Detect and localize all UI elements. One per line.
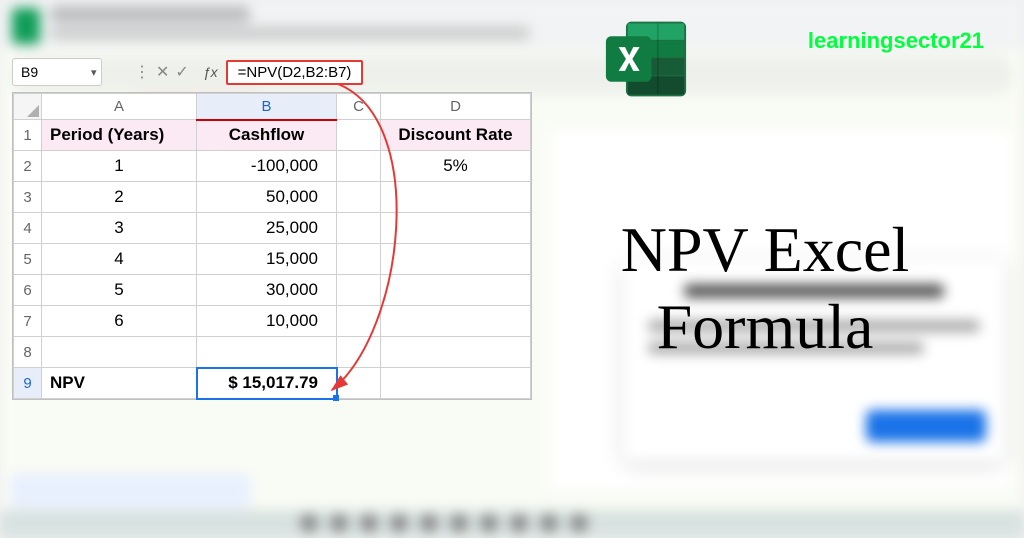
cell-B4[interactable]: 25,000: [197, 213, 337, 244]
cell-B1[interactable]: Cashflow: [197, 120, 337, 151]
cell-D8[interactable]: [381, 337, 531, 368]
cell-C6[interactable]: [337, 275, 381, 306]
cell-B5[interactable]: 15,000: [197, 244, 337, 275]
cell-A1[interactable]: Period (Years): [42, 120, 197, 151]
chevron-down-icon[interactable]: ▾: [91, 66, 97, 79]
table-row: 6 5 30,000: [14, 275, 531, 306]
table-row: 4 3 25,000: [14, 213, 531, 244]
row-header-6[interactable]: 6: [14, 275, 42, 306]
col-header-C[interactable]: C: [337, 94, 381, 120]
table-row: 2 1 -100,000 5%: [14, 151, 531, 182]
row-header-9[interactable]: 9: [14, 368, 42, 399]
col-header-D[interactable]: D: [381, 94, 531, 120]
cell-B2[interactable]: -100,000: [197, 151, 337, 182]
row-header-4[interactable]: 4: [14, 213, 42, 244]
row-header-1[interactable]: 1: [14, 120, 42, 151]
cell-D4[interactable]: [381, 213, 531, 244]
table-row: 5 4 15,000: [14, 244, 531, 275]
separator-icon: ⋮: [134, 62, 150, 82]
cell-B8[interactable]: [197, 337, 337, 368]
cell-A9[interactable]: NPV: [42, 368, 197, 399]
title-line1: NPV Excel: [621, 214, 910, 285]
cell-C2[interactable]: [337, 151, 381, 182]
cell-C9[interactable]: [337, 368, 381, 399]
cell-B9[interactable]: $ 15,017.79: [197, 368, 337, 399]
cancel-icon[interactable]: ✕: [156, 62, 169, 82]
cell-A6[interactable]: 5: [42, 275, 197, 306]
row-header-8[interactable]: 8: [14, 337, 42, 368]
cell-C8[interactable]: [337, 337, 381, 368]
cell-C3[interactable]: [337, 182, 381, 213]
cell-A8[interactable]: [42, 337, 197, 368]
watermark: learningsector21: [808, 28, 984, 54]
cell-B3[interactable]: 50,000: [197, 182, 337, 213]
cell-A2[interactable]: 1: [42, 151, 197, 182]
col-header-B[interactable]: B: [197, 94, 337, 120]
formula-input[interactable]: =NPV(D2,B2:B7): [226, 60, 364, 85]
excel-logo-icon: [600, 18, 692, 100]
cell-B6[interactable]: 30,000: [197, 275, 337, 306]
fx-icon[interactable]: ƒx: [203, 64, 218, 80]
row-header-3[interactable]: 3: [14, 182, 42, 213]
table-row: 8: [14, 337, 531, 368]
cell-D6[interactable]: [381, 275, 531, 306]
name-box-input[interactable]: [17, 62, 87, 82]
cell-A4[interactable]: 3: [42, 213, 197, 244]
cell-C4[interactable]: [337, 213, 381, 244]
formula-bar: ⋮ ✕ ✓ ƒx =NPV(D2,B2:B7): [128, 58, 363, 86]
name-box[interactable]: ▾: [12, 58, 102, 86]
spreadsheet[interactable]: A B C D 1 Period (Years) Cashflow Discou…: [12, 92, 532, 400]
cell-A5[interactable]: 4: [42, 244, 197, 275]
table-row: 9 NPV $ 15,017.79: [14, 368, 531, 399]
cell-D3[interactable]: [381, 182, 531, 213]
row-header-2[interactable]: 2: [14, 151, 42, 182]
select-all-corner[interactable]: [14, 94, 42, 120]
cell-D5[interactable]: [381, 244, 531, 275]
cell-C7[interactable]: [337, 306, 381, 337]
cell-B7[interactable]: 10,000: [197, 306, 337, 337]
cell-A3[interactable]: 2: [42, 182, 197, 213]
cell-C1[interactable]: [337, 120, 381, 151]
cell-D2[interactable]: 5%: [381, 151, 531, 182]
cell-A7[interactable]: 6: [42, 306, 197, 337]
table-row: 7 6 10,000: [14, 306, 531, 337]
cell-D7[interactable]: [381, 306, 531, 337]
accept-icon[interactable]: ✓: [175, 62, 188, 82]
overlay-title: NPV Excel Formula: [530, 212, 1000, 366]
cell-C5[interactable]: [337, 244, 381, 275]
cell-D1[interactable]: Discount Rate: [381, 120, 531, 151]
row-header-7[interactable]: 7: [14, 306, 42, 337]
cell-D9[interactable]: [381, 368, 531, 399]
table-row: 1 Period (Years) Cashflow Discount Rate: [14, 120, 531, 151]
row-header-5[interactable]: 5: [14, 244, 42, 275]
table-row: 3 2 50,000: [14, 182, 531, 213]
title-line2: Formula: [657, 291, 874, 362]
col-header-A[interactable]: A: [42, 94, 197, 120]
